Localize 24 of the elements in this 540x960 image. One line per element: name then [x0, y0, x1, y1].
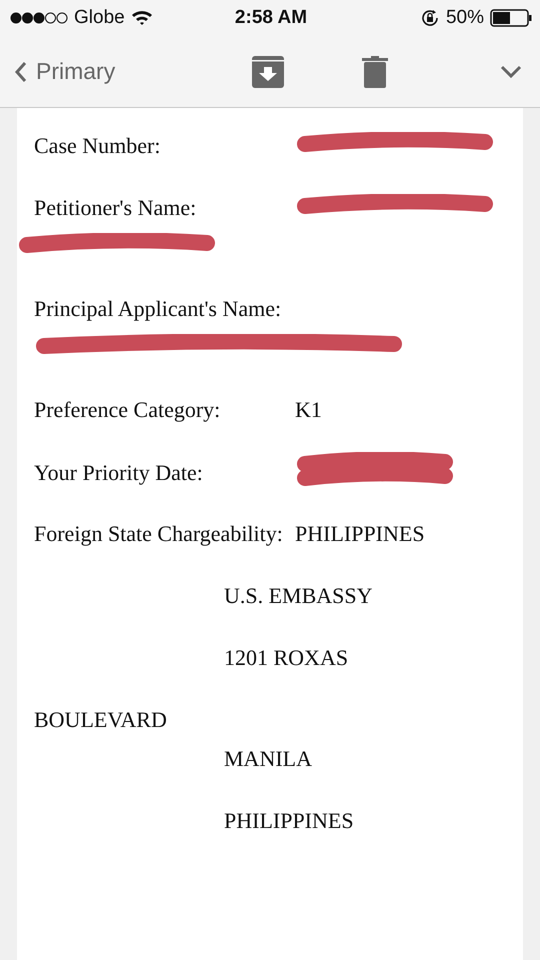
field-value: PHILIPPINES — [295, 520, 426, 546]
chevron-down-icon[interactable] — [500, 64, 522, 78]
battery-icon — [490, 9, 532, 27]
back-link[interactable]: Primary — [14, 58, 252, 85]
address-line: 1201 ROXAS — [223, 644, 350, 672]
address-line: MANILA — [223, 744, 313, 772]
wifi-icon — [130, 10, 153, 26]
field-label: Your Priority Date: — [34, 460, 204, 486]
address-line: U.S. EMBASSY — [223, 582, 374, 610]
address-line: BOULEVARD — [34, 706, 168, 734]
field-label: Preference Category: — [34, 396, 222, 422]
chevron-left-icon — [14, 60, 28, 82]
archive-icon[interactable] — [252, 56, 284, 88]
field-label: Petitioner's Name: — [34, 194, 198, 220]
carrier-name: Globe — [74, 7, 125, 29]
battery-percent: 50% — [446, 7, 484, 29]
address-line: PHILIPPINES — [223, 806, 355, 834]
field-label: Foreign State Chargeability: — [34, 520, 284, 546]
field-label: Principal Applicant's Name: — [34, 296, 282, 322]
field-label: Case Number: — [34, 132, 162, 158]
rotation-lock-icon — [420, 8, 440, 28]
signal-icon — [10, 12, 68, 24]
clock-time: 2:58 AM — [234, 7, 308, 29]
field-value: K1 — [295, 396, 323, 422]
